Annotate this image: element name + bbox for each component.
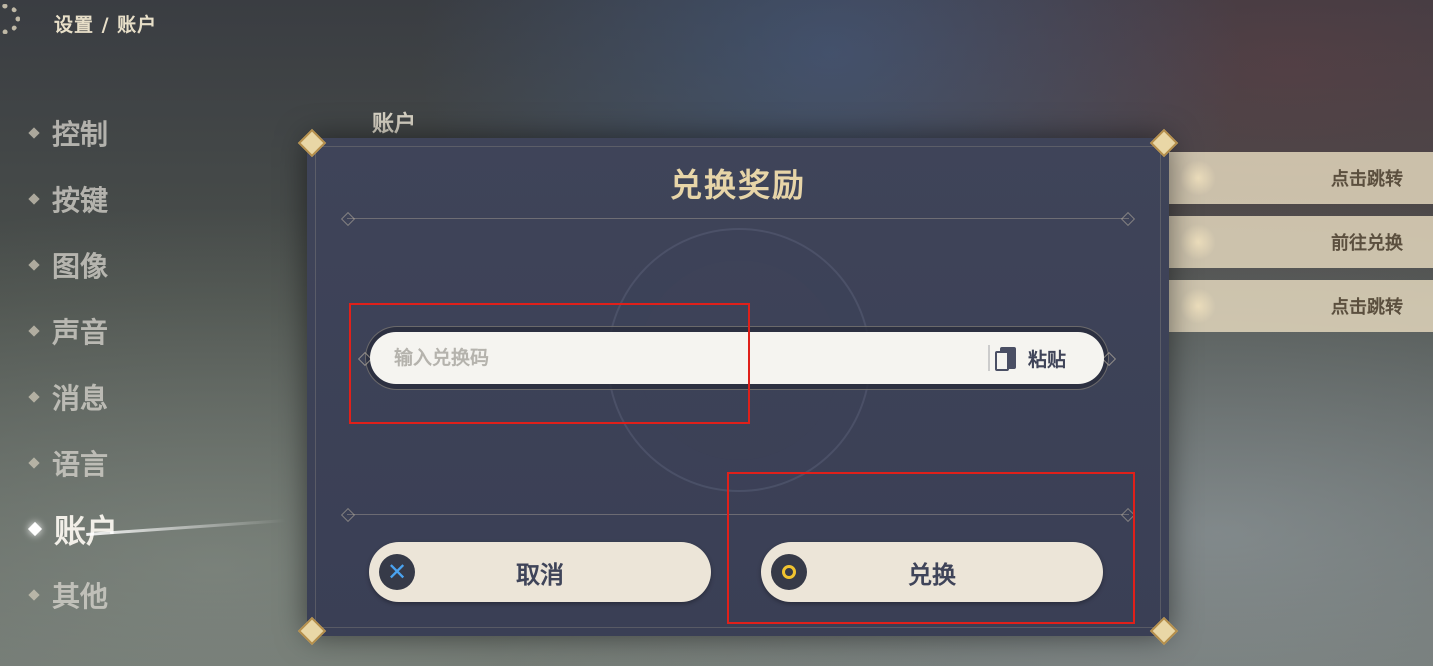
menu-item-control[interactable]: 控制: [26, 100, 266, 166]
annotation-box-redeem: [727, 472, 1135, 624]
diamond-icon: [28, 391, 40, 403]
divider: [347, 218, 1129, 219]
corner-ornament-icon: [299, 130, 325, 156]
menu-item-label: 消息: [52, 382, 109, 415]
paste-label: 粘贴: [1028, 348, 1067, 371]
clipboard-icon: [995, 347, 1016, 371]
menu-item-label: 按键: [52, 184, 109, 217]
section-title: 账户: [372, 112, 417, 137]
cancel-label: 取消: [516, 560, 564, 589]
paste-button[interactable]: 粘贴: [995, 339, 1067, 377]
link-row[interactable]: 点击跳转: [1160, 152, 1433, 204]
settings-menu: 控制 按键 图像 声音 消息 语言 账户 其他: [26, 100, 266, 628]
link-row-label: 前往兑换: [1331, 233, 1403, 254]
link-row[interactable]: 前往兑换: [1160, 216, 1433, 268]
diamond-icon: [28, 259, 40, 271]
star-icon: [1180, 160, 1216, 196]
diamond-icon: [1101, 351, 1117, 367]
diamond-icon: [28, 457, 40, 469]
dialog-title: 兑换奖励: [669, 166, 806, 204]
menu-item-label: 其他: [52, 580, 109, 613]
menu-item-keys[interactable]: 按键: [26, 166, 266, 232]
corner-ornament-icon: [1151, 130, 1177, 156]
diamond-icon: [28, 127, 40, 139]
top-bar: 设置 / 账户: [0, 0, 1433, 44]
menu-item-label: 声音: [52, 316, 109, 349]
gear-icon[interactable]: [0, 4, 20, 34]
breadcrumb: 设置 / 账户: [54, 14, 158, 36]
menu-item-account[interactable]: 账户: [26, 496, 266, 562]
corner-ornament-icon: [299, 618, 325, 644]
close-icon: ✕: [379, 554, 415, 590]
menu-item-language[interactable]: 语言: [26, 430, 266, 496]
diamond-icon: [28, 589, 40, 601]
link-row-label: 点击跳转: [1331, 169, 1403, 190]
corner-ornament-icon: [1151, 618, 1177, 644]
menu-item-label: 图像: [52, 250, 109, 283]
menu-item-audio[interactable]: 声音: [26, 298, 266, 364]
star-icon: [1180, 224, 1216, 260]
diamond-icon: [28, 193, 40, 205]
menu-item-graphics[interactable]: 图像: [26, 232, 266, 298]
link-row[interactable]: 点击跳转: [1160, 280, 1433, 332]
input-separator: [988, 345, 990, 371]
menu-item-label: 语言: [52, 448, 109, 481]
annotation-box-input: [349, 303, 750, 424]
menu-item-label: 控制: [52, 118, 109, 151]
diamond-icon: [28, 325, 40, 337]
star-icon: [1180, 288, 1216, 324]
menu-item-other[interactable]: 其他: [26, 562, 266, 628]
diamond-icon: [27, 521, 43, 537]
cancel-button[interactable]: ✕ 取消: [369, 542, 711, 602]
link-row-label: 点击跳转: [1331, 297, 1403, 318]
menu-item-label: 账户: [54, 512, 119, 550]
menu-item-messages[interactable]: 消息: [26, 364, 266, 430]
